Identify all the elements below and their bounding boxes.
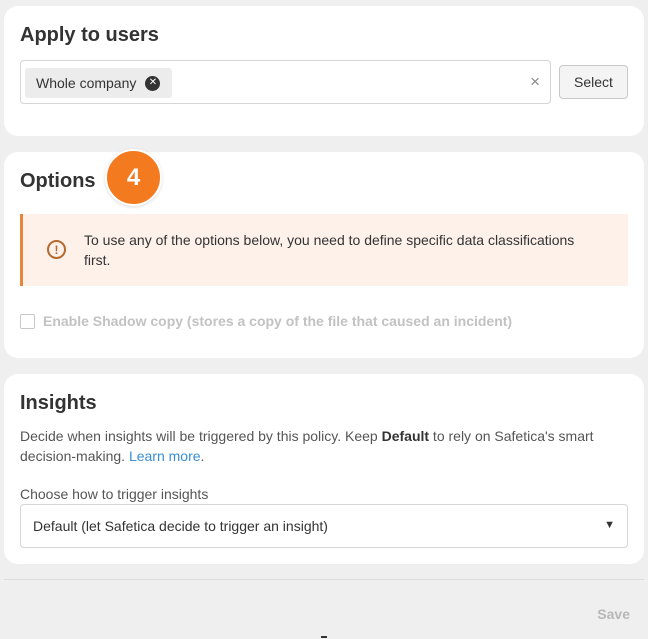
warning-icon: ! xyxy=(47,240,66,259)
insights-desc-prefix: Decide when insights will be triggered b… xyxy=(20,428,382,444)
x-circle-icon[interactable]: ✕ xyxy=(145,75,161,91)
save-button[interactable]: Save xyxy=(597,606,630,622)
trigger-insights-label: Choose how to trigger insights xyxy=(20,486,209,502)
caret-down-icon: ▼ xyxy=(604,519,615,531)
options-card: Options 4 ! To use any of the options be… xyxy=(4,149,644,358)
users-field[interactable]: Whole company ✕ × xyxy=(20,60,551,104)
trigger-insights-select[interactable]: Default (let Safetica decide to trigger … xyxy=(20,504,628,548)
insights-description: Decide when insights will be triggered b… xyxy=(20,426,620,466)
learn-more-link[interactable]: Learn more xyxy=(129,448,201,464)
user-chip-label: Whole company xyxy=(36,75,137,91)
insights-card: Insights Decide when insights will be tr… xyxy=(4,374,644,564)
user-chip: Whole company ✕ xyxy=(25,68,173,98)
alert-text: To use any of the options below, you nee… xyxy=(84,232,575,268)
shadow-copy-checkbox[interactable] xyxy=(20,313,35,329)
apply-to-users-card: Apply to users Whole company ✕ × Select xyxy=(4,6,644,136)
trigger-insights-value: Default (let Safetica decide to trigger … xyxy=(33,518,328,534)
shadow-copy-option: Enable Shadow copy (stores a copy of the… xyxy=(20,313,512,329)
apply-to-users-title: Apply to users xyxy=(20,24,159,46)
shadow-copy-label: Enable Shadow copy (stores a copy of the… xyxy=(43,313,513,329)
options-title: Options xyxy=(20,170,96,192)
insights-desc-end: . xyxy=(200,448,205,464)
insights-desc-default: Default xyxy=(381,428,430,444)
cursor-mark xyxy=(321,636,327,638)
step-badge: 4 xyxy=(105,149,162,206)
footer-divider xyxy=(4,579,644,580)
select-button[interactable]: Select xyxy=(559,65,628,99)
warning-alert: ! To use any of the options below, you n… xyxy=(20,214,628,286)
insights-title: Insights xyxy=(20,392,97,414)
clear-icon[interactable]: × xyxy=(530,72,540,92)
